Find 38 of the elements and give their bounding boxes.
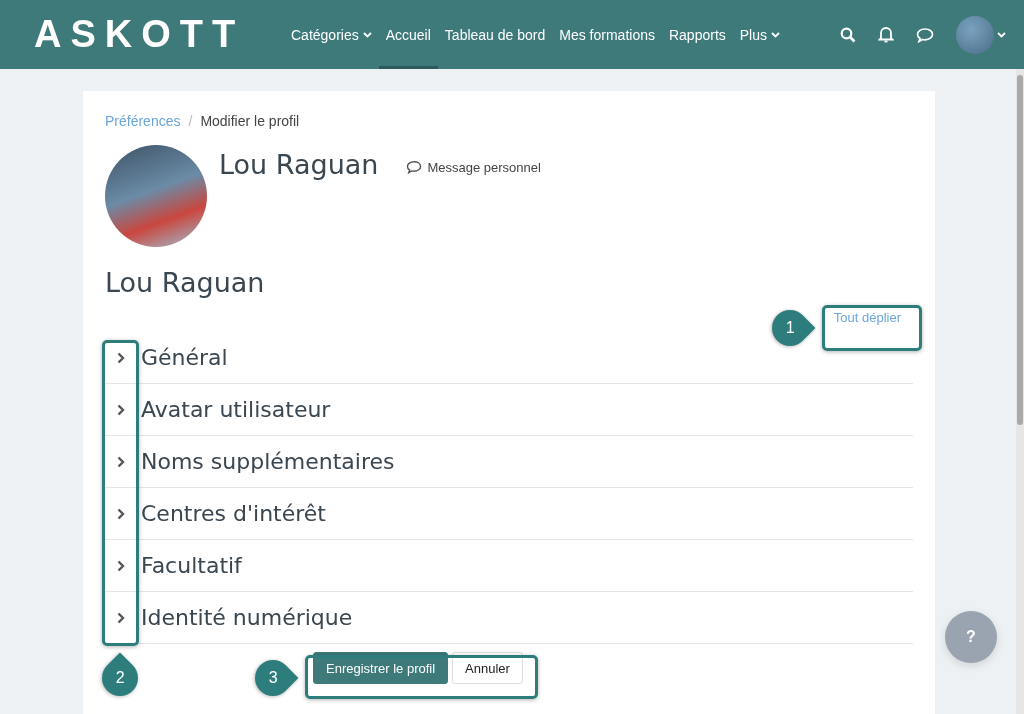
chevron-right-icon bbox=[115, 507, 127, 520]
section-title[interactable]: Noms supplémentaires bbox=[141, 449, 395, 474]
scrollbar[interactable] bbox=[1016, 69, 1024, 714]
save-button[interactable]: Enregistrer le profil bbox=[313, 652, 449, 684]
section-title[interactable]: Identité numérique bbox=[141, 605, 353, 630]
breadcrumb-link[interactable]: Préférences bbox=[105, 113, 181, 129]
caret-icon bbox=[771, 31, 780, 38]
nav-link[interactable]: Tableau de bord bbox=[437, 0, 553, 69]
logo[interactable]: ASKOTT bbox=[34, 13, 284, 56]
chat-icon bbox=[406, 160, 423, 174]
cancel-button[interactable]: Annuler bbox=[452, 652, 523, 684]
expand-all-link[interactable]: Tout déplier bbox=[833, 306, 913, 332]
section-title[interactable]: Facultatif bbox=[141, 553, 242, 578]
chat-icon[interactable] bbox=[916, 26, 934, 43]
bell-icon[interactable] bbox=[878, 26, 894, 43]
caret-icon bbox=[997, 31, 1006, 38]
nav-link[interactable]: Catégories bbox=[284, 0, 379, 69]
section-title[interactable]: Général bbox=[141, 345, 228, 370]
message-link[interactable]: Message personnel bbox=[406, 159, 541, 175]
nav-link[interactable]: Rapports bbox=[661, 0, 733, 69]
breadcrumb-separator: / bbox=[188, 113, 193, 129]
page-heading: Lou Raguan bbox=[105, 267, 266, 298]
section-title[interactable]: Avatar utilisateur bbox=[141, 397, 331, 422]
nav-link[interactable]: Mes formations bbox=[552, 0, 662, 69]
caret-icon bbox=[362, 31, 372, 38]
section-title[interactable]: Centres d'intérêt bbox=[141, 501, 326, 526]
scrollbar-thumb[interactable] bbox=[1017, 75, 1023, 425]
chevron-right-icon bbox=[115, 455, 127, 468]
nav-link[interactable]: Accueil bbox=[378, 0, 438, 69]
chevron-right-icon bbox=[115, 351, 127, 364]
chevron-right-icon bbox=[115, 611, 127, 624]
nav-link[interactable]: Plus bbox=[732, 0, 787, 69]
help-button[interactable]: ? bbox=[945, 611, 997, 663]
search-icon[interactable] bbox=[840, 26, 856, 43]
chevron-right-icon bbox=[115, 403, 127, 416]
profile-name: Lou Raguan bbox=[219, 149, 379, 182]
chevron-right-icon bbox=[115, 559, 127, 572]
breadcrumb-current: Modifier le profil bbox=[200, 113, 300, 129]
